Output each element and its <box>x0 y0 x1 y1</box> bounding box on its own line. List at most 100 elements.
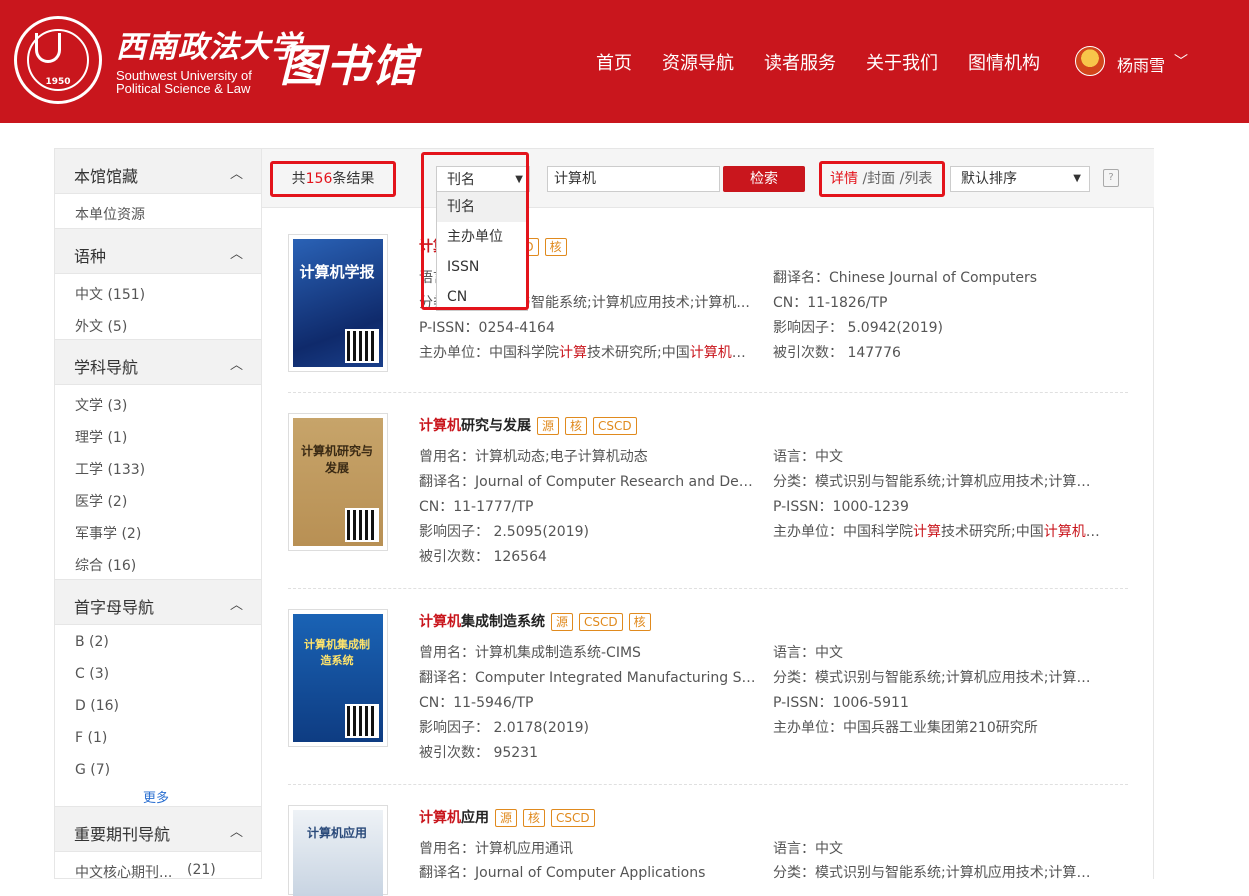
view-mode-switch: 详情 /封面 /列表 <box>819 161 945 197</box>
field-category: 分类：模式识别与智能系统;计算机应用技术;计算机... <box>773 474 1103 490</box>
view-cover[interactable]: /封面 <box>858 171 895 187</box>
field-issn: P-ISSN：0254-4164 <box>419 320 555 336</box>
filter-item[interactable]: 军事学 (2) <box>75 523 141 543</box>
filter-item[interactable]: 医学 (2) <box>75 491 127 511</box>
site-header: 1950 西南政法大学 Southwest University of Poli… <box>0 0 1249 123</box>
help-icon[interactable]: ? <box>1103 169 1119 187</box>
university-seal-logo[interactable]: 1950 <box>14 16 102 104</box>
divider <box>288 392 1128 393</box>
divider <box>288 588 1128 589</box>
section-header-key-journals[interactable]: 重要期刊导航 ︿ <box>55 806 261 852</box>
nav-home[interactable]: 首页 <box>596 49 632 75</box>
tag-badge: 核 <box>565 417 588 435</box>
field-impact-factor: 影响因子： 2.0178(2019) <box>419 720 589 736</box>
filter-item[interactable]: 工学 (133) <box>75 459 145 479</box>
section-title: 学科导航 <box>74 358 139 377</box>
field-language: 语言：中文 <box>773 645 843 661</box>
section-title: 本馆馆藏 <box>74 167 139 186</box>
field-former-name: 曾用名：计算机应用通讯 <box>419 841 573 857</box>
journal-cover[interactable]: 计算机学报 <box>288 234 388 372</box>
filter-item[interactable]: 理学 (1) <box>75 427 127 447</box>
tag-badge: CSCD <box>579 613 623 631</box>
divider <box>288 784 1128 785</box>
nav-reader-services[interactable]: 读者服务 <box>764 49 836 75</box>
qr-code-icon <box>345 704 379 738</box>
filter-item[interactable]: 外文 (5) <box>75 316 127 336</box>
cover-title: 计算机研究与发展 <box>300 444 373 475</box>
qr-code-icon <box>345 329 379 363</box>
tag-badge: CSCD <box>593 417 637 435</box>
user-name[interactable]: 杨雨雪 <box>1117 52 1165 76</box>
section-header-language[interactable]: 语种 ︿ <box>55 228 261 274</box>
chevron-down-icon[interactable]: ﹀ <box>1174 51 1188 71</box>
field-cn: CN：11-5946/TP <box>419 695 534 711</box>
tag-badge: 核 <box>544 238 567 256</box>
more-link[interactable]: 更多 <box>143 787 169 806</box>
field-translated-name: 翻译名：Journal of Computer Research and Dev… <box>419 474 759 490</box>
filter-item[interactable]: 综合 (16) <box>75 555 136 575</box>
tag-badge: 源 <box>537 417 560 435</box>
field-sponsor: 主办单位：中国兵器工业集团第210研究所 <box>773 720 1038 736</box>
tag-badge: 核 <box>628 613 651 631</box>
journal-title[interactable]: 计算机应用源核 CSCD <box>419 807 595 827</box>
filter-item[interactable]: 文学 (3) <box>75 395 127 415</box>
result-count-number: 156 <box>305 171 333 187</box>
sort-select[interactable]: 默认排序 ▼ <box>950 166 1090 192</box>
filter-item[interactable]: 中文核心期刊... <box>75 862 172 882</box>
tag-badge: CSCD <box>551 809 595 827</box>
section-title: 重要期刊导航 <box>74 825 171 844</box>
field-impact-factor: 影响因子： 2.5095(2019) <box>419 524 589 540</box>
field-translated-name: 翻译名：Computer Integrated Manufacturing Sy… <box>419 670 759 686</box>
sort-value: 默认排序 <box>961 171 1017 187</box>
chevron-up-icon[interactable]: ︿ <box>230 354 243 373</box>
search-button[interactable]: 检索 <box>723 166 805 192</box>
chevron-up-icon[interactable]: ︿ <box>230 594 243 613</box>
filter-item[interactable]: F (1) <box>75 730 107 746</box>
field-citations: 被引次数： 95231 <box>419 745 538 761</box>
filter-item[interactable]: B (2) <box>75 634 109 650</box>
field-issn: P-ISSN：1006-5911 <box>773 695 909 711</box>
caret-down-icon: ▼ <box>1073 173 1081 184</box>
filter-item[interactable]: 中文 (151) <box>75 284 145 304</box>
section-header-initial-letter[interactable]: 首字母导航 ︿ <box>55 579 261 625</box>
section-header-collection[interactable]: 本馆馆藏 ︿ <box>55 148 261 194</box>
nav-about-us[interactable]: 关于我们 <box>866 49 938 75</box>
filter-item[interactable]: G (7) <box>75 762 110 778</box>
chevron-up-icon[interactable]: ︿ <box>230 821 243 840</box>
field-language: 语言：中文 <box>773 841 843 857</box>
field-translated-name: 翻译名：Chinese Journal of Computers <box>773 270 1038 286</box>
journal-cover[interactable]: 计算机研究与发展 <box>288 413 388 551</box>
journal-cover[interactable]: 计算机集成制造系统 <box>288 609 388 747</box>
user-avatar[interactable] <box>1075 46 1105 76</box>
section-title: 首字母导航 <box>74 598 155 617</box>
section-title: 语种 <box>74 247 107 266</box>
results-panel: 共156条结果 刊名 ▼ 计算机 检索 详情 /封面 /列表 默认排序 ▼ ? … <box>262 148 1154 896</box>
journal-title[interactable]: 计算机研究与发展源核 CSCD <box>419 415 637 435</box>
field-cn: CN：11-1777/TP <box>419 499 534 515</box>
seal-emblem-icon <box>35 33 61 63</box>
field-former-name: 曾用名：计算机动态;电子计算机动态 <box>419 449 648 465</box>
qr-code-icon <box>345 508 379 542</box>
nav-resource-navigation[interactable]: 资源导航 <box>662 49 734 75</box>
section-header-subject[interactable]: 学科导航 ︿ <box>55 339 261 385</box>
field-citations: 被引次数： 126564 <box>419 549 547 565</box>
chevron-up-icon[interactable]: ︿ <box>230 163 243 182</box>
field-language: 语言：中文 <box>773 449 843 465</box>
cover-title: 计算机集成制造系统 <box>304 638 370 667</box>
chevron-up-icon[interactable]: ︿ <box>230 243 243 262</box>
field-sponsor: 主办单位：中国科学院计算技术研究所;中国计算机学会 <box>419 345 759 361</box>
field-citations: 被引次数： 147776 <box>773 345 901 361</box>
filter-item[interactable]: D (16) <box>75 698 119 714</box>
journal-cover[interactable]: 计算机应用 <box>288 805 388 896</box>
nav-library-institutions[interactable]: 图情机构 <box>968 49 1040 75</box>
search-input[interactable]: 计算机 <box>547 166 720 192</box>
view-detail[interactable]: 详情 <box>830 171 858 187</box>
journal-title[interactable]: 计算机集成制造系统源 CSCD 核 <box>419 611 651 631</box>
cover-title: 计算机应用 <box>306 826 367 840</box>
university-name-en-line2: Political Science & Law <box>116 81 251 96</box>
filter-item[interactable]: C (3) <box>75 666 109 682</box>
university-name-cn: 西南政法大学 <box>116 30 302 65</box>
filter-item[interactable]: 本单位资源 <box>75 204 145 224</box>
field-impact-factor: 影响因子： 5.0942(2019) <box>773 320 943 336</box>
view-list[interactable]: /列表 <box>895 171 933 187</box>
